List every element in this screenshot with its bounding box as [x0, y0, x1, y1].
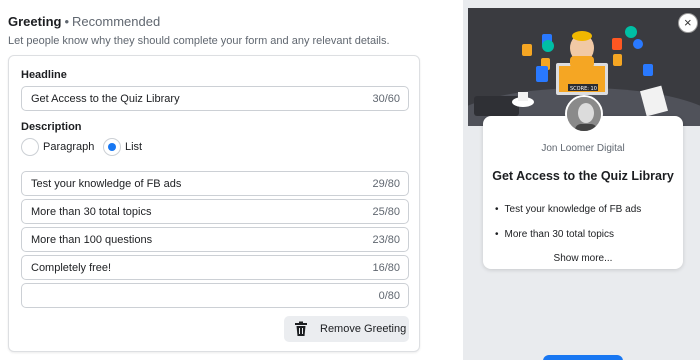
preview-page-name: Jon Loomer Digital — [541, 143, 625, 154]
description-format-radio-group: Paragraph List — [21, 138, 321, 158]
list-item-value: More than 100 questions — [31, 234, 153, 246]
list-item-value: Test your knowledge of FB ads — [31, 178, 182, 190]
list-item-value: More than 30 total topics — [31, 206, 152, 218]
avatar — [565, 95, 603, 133]
close-preview-button[interactable]: × — [678, 13, 698, 33]
remove-greeting-button[interactable]: Remove Greeting — [284, 316, 409, 342]
headline-input[interactable]: Get Access to the Quiz Library 30/60 — [21, 86, 409, 111]
preview-headline: Get Access to the Quiz Library — [492, 169, 674, 183]
hero-score-text: SCORE: 10 — [570, 86, 597, 92]
close-icon: × — [684, 15, 692, 30]
list-item-value: Completely free! — [31, 262, 112, 274]
greeting-editor: Greeting • Recommended Let people know why… — [0, 0, 440, 360]
paragraph-radio-label[interactable]: Paragraph — [43, 141, 94, 153]
remove-greeting-label: Remove Greeting — [320, 323, 407, 335]
list-item-input[interactable]: Completely free! 16/80 — [21, 255, 409, 280]
list-item-input[interactable]: More than 30 total topics 25/80 — [21, 199, 409, 224]
preview-bullet: More than 30 total topics — [495, 229, 615, 240]
section-title: Greeting • Recommended — [8, 14, 161, 29]
section-description: Let people know why they should complete… — [8, 35, 390, 47]
preview-bullet: Test your knowledge of FB ads — [495, 204, 642, 215]
list-item-counter: 25/80 — [372, 206, 400, 218]
preview-next-button[interactable] — [543, 355, 623, 360]
list-item-counter: 0/80 — [378, 290, 400, 302]
list-item-input-empty[interactable]: 0/80 — [21, 283, 409, 308]
description-label: Description — [21, 121, 82, 133]
preview-card: Jon Loomer Digital Get Access to the Qui… — [483, 116, 683, 269]
list-item-input[interactable]: More than 100 questions 23/80 — [21, 227, 409, 252]
list-item-counter: 29/80 — [372, 178, 400, 190]
greeting-card: Headline Get Access to the Quiz Library … — [8, 55, 420, 352]
list-radio[interactable] — [103, 138, 121, 156]
list-item-counter: 23/80 — [372, 234, 400, 246]
list-radio-label[interactable]: List — [125, 141, 142, 153]
headline-value: Get Access to the Quiz Library — [31, 93, 180, 105]
show-more-link[interactable]: Show more... — [483, 253, 683, 264]
recommended-badge: Recommended — [72, 14, 161, 29]
trash-icon — [295, 321, 307, 336]
paragraph-radio[interactable] — [21, 138, 39, 156]
section-title-text: Greeting — [8, 14, 62, 29]
list-item-input[interactable]: Test your knowledge of FB ads 29/80 — [21, 171, 409, 196]
list-item-counter: 16/80 — [372, 262, 400, 274]
headline-counter: 30/60 — [372, 93, 400, 105]
headline-label: Headline — [21, 69, 67, 81]
